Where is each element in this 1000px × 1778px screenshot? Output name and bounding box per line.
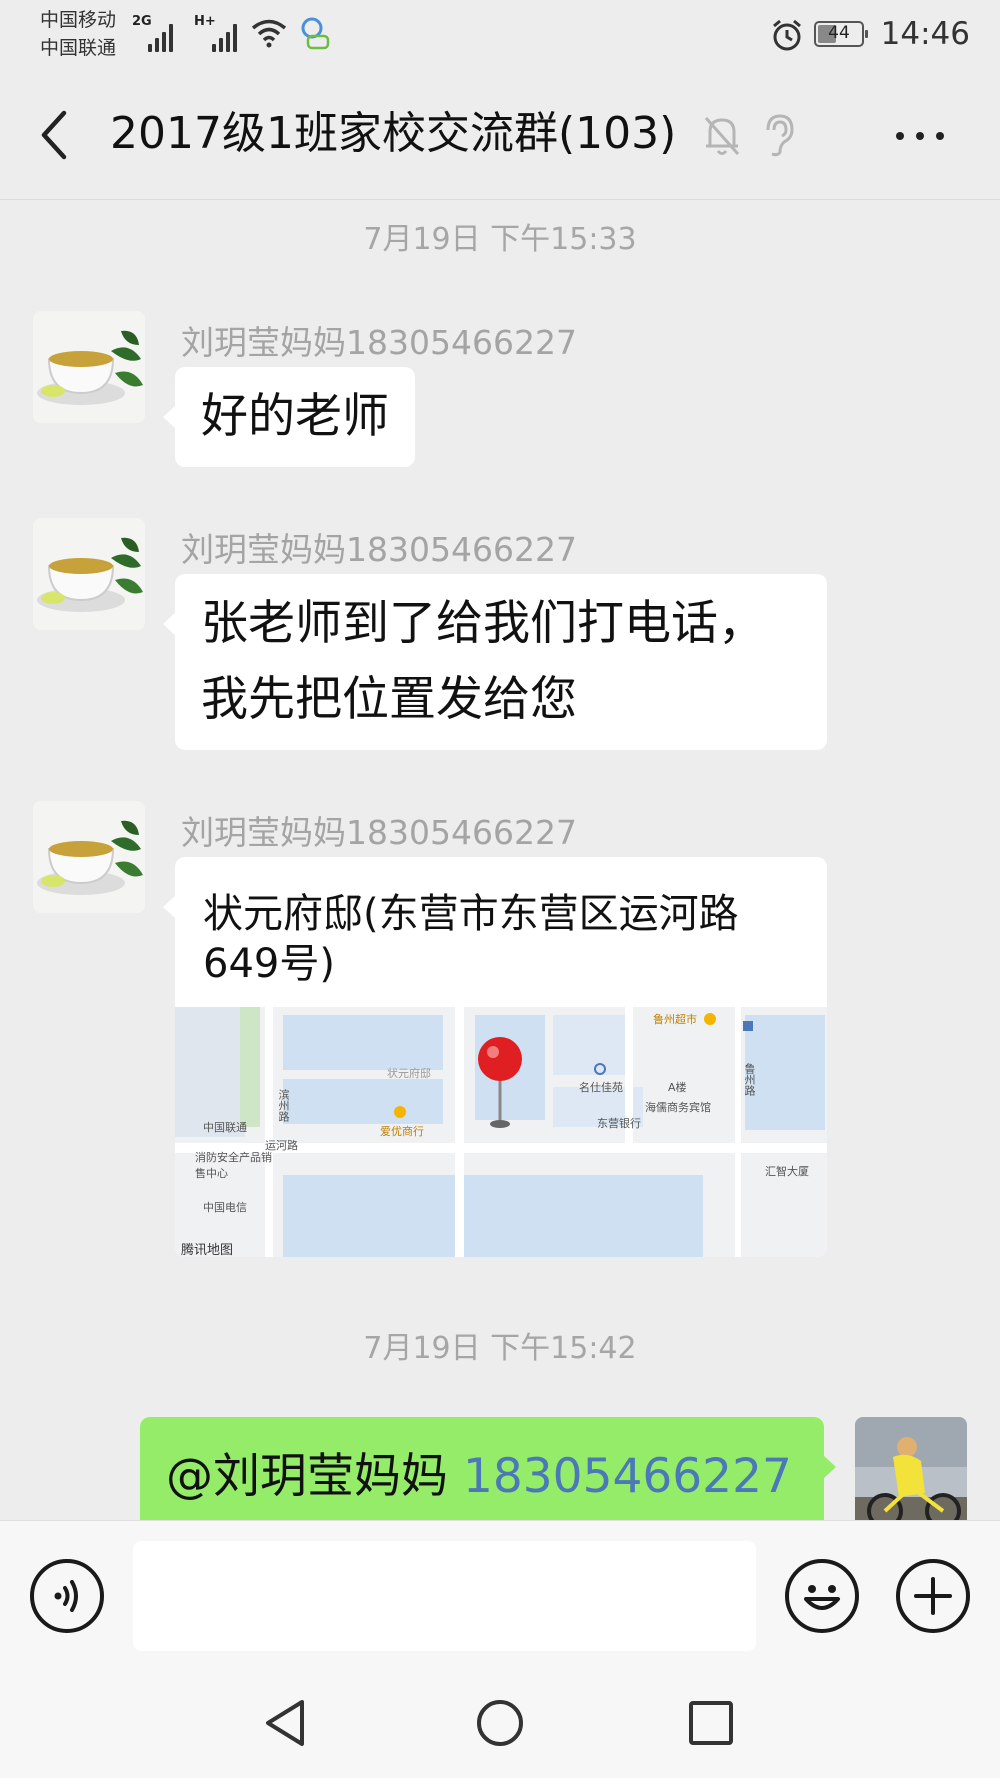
chat-header: 2017级1班家校交流群(103): [0, 70, 1000, 200]
battery-icon: 44: [814, 21, 868, 47]
avatar[interactable]: [33, 518, 145, 630]
message-line: 我先把位置发给您: [201, 672, 577, 727]
carrier-labels: 中国移动 中国联通: [40, 6, 116, 62]
notification-app-icon: [301, 17, 330, 50]
location-line: 649号): [203, 941, 335, 987]
sender-name: 刘玥莹妈妈18305466227: [181, 813, 577, 852]
nav-back-icon[interactable]: [262, 1698, 308, 1748]
voice-icon[interactable]: [30, 1559, 104, 1633]
map-label: 鲁州路: [743, 1063, 756, 1096]
location-title: 状元府邸(东营市东营区运河路 649号): [203, 889, 807, 989]
mention-name: @刘玥莹妈妈: [166, 1449, 463, 1504]
network-type-1: 2G: [132, 14, 152, 29]
map-label: 名仕佳苑: [579, 1081, 623, 1094]
time-separator: 7月19日 下午15:33: [363, 222, 637, 257]
message-bubble[interactable]: 张老师到了给我们打电话， 我先把位置发给您: [163, 574, 827, 750]
sender-name: 刘玥莹妈妈18305466227: [181, 530, 577, 569]
input-bar: [0, 1520, 1000, 1658]
avatar[interactable]: [33, 801, 145, 913]
bell-off-icon: [704, 117, 740, 155]
map-brand-label: 腾讯地图: [181, 1243, 234, 1257]
status-time: 14:46: [880, 16, 970, 52]
mention-number[interactable]: 18305466227: [463, 1449, 792, 1504]
map-label: 爱优商行: [380, 1125, 424, 1138]
wifi-icon: [251, 19, 287, 48]
map-label: 海儒商务宾馆: [645, 1101, 711, 1114]
map-label: 中国电信: [203, 1201, 247, 1214]
chat-title: 2017级1班家校交流群(103): [110, 108, 677, 159]
message-line: 张老师到了给我们打电话，: [201, 596, 765, 651]
carrier-2: 中国联通: [40, 37, 117, 59]
nav-home-icon[interactable]: [475, 1698, 525, 1748]
map-label: 鲁州超市: [653, 1013, 697, 1026]
network-type-2: H+: [194, 14, 216, 29]
alarm-clock-icon: [773, 19, 801, 51]
map-label: 消防安全产品销售中心: [195, 1151, 272, 1180]
map-label: A楼: [668, 1081, 687, 1094]
sender-name: 刘玥莹妈妈18305466227: [181, 323, 577, 362]
location-map[interactable]: 鲁州超市 状元府邸 滨州路 名仕佳苑 A楼 海儒商务宾馆 中国联通 爱优商行 东…: [175, 1007, 827, 1257]
time-separator: 7月19日 下午15:42: [363, 1331, 637, 1366]
my-avatar[interactable]: [855, 1417, 967, 1520]
message-input[interactable]: [133, 1541, 756, 1651]
map-label: 中国联通: [203, 1121, 247, 1134]
more-dots-icon[interactable]: [890, 122, 950, 152]
location-line: 状元府邸(东营市东营区运河路: [203, 891, 739, 937]
carrier-1: 中国移动: [40, 9, 117, 31]
outgoing-message-bubble[interactable]: @刘玥莹妈妈 18305466227: [140, 1417, 836, 1520]
nav-recents-icon[interactable]: [688, 1700, 734, 1746]
message-list[interactable]: 7月19日 下午15:33 刘玥莹妈妈18305466227 好的老师 刘玥莹妈…: [0, 200, 1000, 1520]
map-image: [175, 1007, 827, 1257]
map-label: 汇智大厦: [765, 1165, 809, 1178]
plus-icon[interactable]: [896, 1559, 970, 1633]
message-bubble[interactable]: 好的老师: [163, 367, 415, 467]
chevron-left-icon[interactable]: [30, 105, 80, 165]
emoji-icon[interactable]: [785, 1559, 859, 1633]
system-nav-bar: [0, 1658, 1000, 1778]
ear-icon: [766, 114, 794, 157]
location-message[interactable]: 状元府邸(东营市东营区运河路 649号) 鲁州超市 状元府邸 滨州路 名仕佳苑 …: [163, 857, 827, 1257]
battery-level: 44: [828, 23, 850, 43]
map-label: 状元府邸: [387, 1067, 431, 1080]
status-bar: 中国移动 中国联通 2G H+ 44 14:46: [0, 0, 1000, 70]
map-label: 东营银行: [597, 1117, 641, 1130]
map-label: 滨州路: [277, 1089, 290, 1122]
avatar[interactable]: [33, 311, 145, 423]
